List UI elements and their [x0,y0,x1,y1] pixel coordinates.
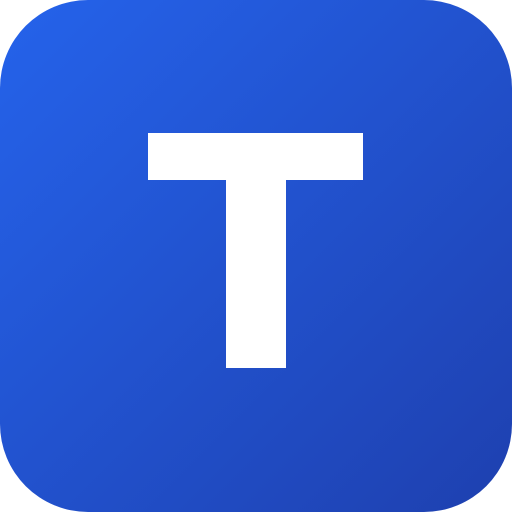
t-crossbar [148,133,363,180]
t-letter-icon [148,133,363,368]
t-stem [226,176,286,368]
app-icon[interactable] [0,0,512,512]
